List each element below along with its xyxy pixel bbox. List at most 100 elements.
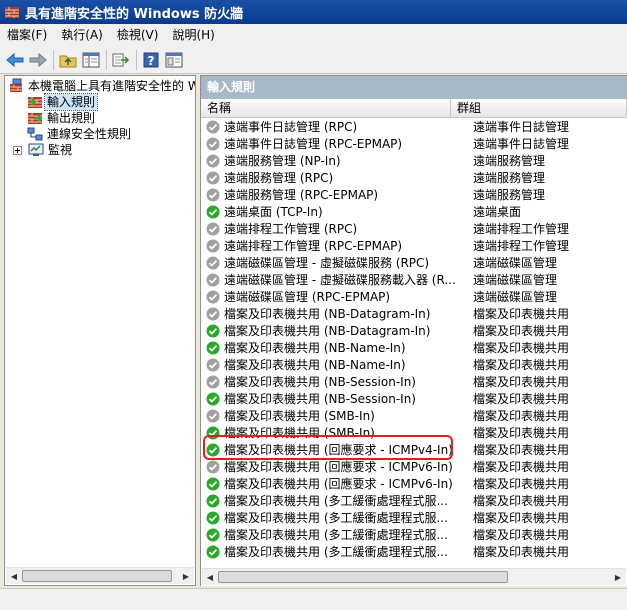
- rule-row[interactable]: 遠端事件日誌管理 (RPC) 遠端事件日誌管理: [201, 118, 627, 135]
- rule-row[interactable]: 遠端排程工作管理 (RPC) 遠端排程工作管理: [201, 220, 627, 237]
- rule-row[interactable]: 遠端磁碟區管理 - 虛擬磁碟服務 (RPC) 遠端磁碟區管理: [201, 254, 627, 271]
- rule-group: 檔案及印表機共用: [473, 392, 570, 406]
- rule-row[interactable]: 遠端服務管理 (RPC) 遠端服務管理: [201, 169, 627, 186]
- rule-row[interactable]: 檔案及印表機共用 (NB-Datagram-In) 檔案及印表機共用: [201, 305, 627, 322]
- disabled-check-icon: [206, 375, 220, 388]
- list-horizontal-scrollbar[interactable]: ◀ ▶: [202, 568, 626, 585]
- enabled-check-icon: [206, 426, 220, 439]
- rule-name: 遠端桌面 (TCP-In): [224, 205, 323, 219]
- enabled-check-icon: [206, 205, 220, 218]
- help-button[interactable]: ?: [140, 49, 162, 71]
- rule-group: 遠端桌面: [473, 205, 522, 219]
- rule-group: 遠端磁碟區管理: [473, 256, 558, 270]
- menu-view[interactable]: 檢視(V): [110, 24, 166, 46]
- forward-button[interactable]: [27, 49, 49, 71]
- properties-button[interactable]: [163, 49, 185, 71]
- tree-item-label: 連線安全性規則: [47, 127, 132, 141]
- toolbar-separator: [136, 49, 137, 70]
- rule-group: 檔案及印表機共用: [473, 545, 570, 559]
- rule-name: 檔案及印表機共用 (回應要求 - ICMPv4-In): [224, 443, 453, 457]
- forward-arrow-icon: [29, 52, 47, 67]
- tree-item-inbound-rules[interactable]: 輸入規則: [27, 93, 99, 111]
- menu-file[interactable]: 檔案(F): [0, 24, 54, 46]
- enabled-check-icon: [206, 511, 220, 524]
- computer-firewall-icon: [10, 78, 22, 92]
- scroll-left-icon[interactable]: ◀: [6, 568, 22, 584]
- rule-group: 檔案及印表機共用: [473, 477, 570, 491]
- rule-name: 遠端排程工作管理 (RPC-EPMAP): [224, 239, 403, 253]
- rule-name: 遠端服務管理 (RPC): [224, 171, 334, 185]
- menu-action[interactable]: 執行(A): [54, 24, 110, 46]
- rule-name: 遠端事件日誌管理 (RPC): [224, 120, 358, 134]
- show-hide-tree-button[interactable]: [80, 49, 102, 71]
- expand-icon[interactable]: [13, 145, 22, 155]
- rule-name: 檔案及印表機共用 (回應要求 - ICMPv6-In): [224, 477, 453, 491]
- rule-row[interactable]: 檔案及印表機共用 (SMB-In) 檔案及印表機共用: [201, 424, 627, 441]
- rule-row[interactable]: 檔案及印表機共用 (SMB-In) 檔案及印表機共用: [201, 407, 627, 424]
- column-group-header[interactable]: 群組: [451, 99, 627, 117]
- rule-row[interactable]: 遠端桌面 (TCP-In) 遠端桌面: [201, 203, 627, 220]
- rule-row[interactable]: 檔案及印表機共用 (多工緩衝處理程式服... 檔案及印表機共用: [201, 526, 627, 543]
- disabled-check-icon: [206, 239, 220, 252]
- rule-row[interactable]: 遠端磁碟區管理 - 虛擬磁碟服務載入器 (R... 遠端磁碟區管理: [201, 271, 627, 288]
- scroll-thumb[interactable]: [22, 570, 172, 582]
- console-tree[interactable]: 本機電腦上具有進階安全性的 W 輸入規則 輸出規則 連線安全性規則 監視 ◀ ▶: [4, 75, 196, 586]
- rule-row[interactable]: 檔案及印表機共用 (NB-Name-In) 檔案及印表機共用: [201, 339, 627, 356]
- rule-row[interactable]: 檔案及印表機共用 (多工緩衝處理程式服... 檔案及印表機共用: [201, 509, 627, 526]
- scroll-right-icon[interactable]: ▶: [178, 568, 194, 584]
- column-name-header[interactable]: 名稱: [201, 99, 451, 117]
- rule-row[interactable]: 檔案及印表機共用 (NB-Datagram-In) 檔案及印表機共用: [201, 322, 627, 339]
- rule-name: 檔案及印表機共用 (NB-Session-In): [224, 392, 416, 406]
- rule-row[interactable]: 檔案及印表機共用 (回應要求 - ICMPv6-In) 檔案及印表機共用: [201, 458, 627, 475]
- disabled-check-icon: [206, 120, 220, 133]
- rule-row[interactable]: 檔案及印表機共用 (多工緩衝處理程式服... 檔案及印表機共用: [201, 543, 627, 560]
- disabled-check-icon: [206, 154, 220, 167]
- rule-row[interactable]: 檔案及印表機共用 (多工緩衝處理程式服... 檔案及印表機共用: [201, 492, 627, 509]
- disabled-check-icon: [206, 256, 220, 269]
- menu-help[interactable]: 說明(H): [165, 24, 221, 46]
- rule-name: 檔案及印表機共用 (多工緩衝處理程式服...: [224, 528, 448, 542]
- rule-group: 遠端排程工作管理: [473, 222, 570, 236]
- scroll-left-icon[interactable]: ◀: [202, 569, 218, 585]
- rule-row[interactable]: 遠端服務管理 (NP-In) 遠端服務管理: [201, 152, 627, 169]
- column-header: 名稱 群組: [201, 99, 627, 118]
- rule-row[interactable]: 檔案及印表機共用 (NB-Name-In) 檔案及印表機共用: [201, 356, 627, 373]
- rule-name: 檔案及印表機共用 (NB-Name-In): [224, 341, 406, 355]
- rule-name: 檔案及印表機共用 (SMB-In): [224, 426, 375, 440]
- rule-row[interactable]: 遠端服務管理 (RPC-EPMAP) 遠端服務管理: [201, 186, 627, 203]
- enabled-check-icon: [206, 545, 220, 558]
- up-button[interactable]: [57, 49, 79, 71]
- rule-row[interactable]: 檔案及印表機共用 (NB-Session-In) 檔案及印表機共用: [201, 373, 627, 390]
- tree-item-monitoring[interactable]: 監視: [13, 142, 74, 158]
- rules-list[interactable]: 遠端事件日誌管理 (RPC) 遠端事件日誌管理 遠端事件日誌管理 (RPC-EPMA…: [201, 118, 627, 560]
- scroll-right-icon[interactable]: ▶: [610, 569, 626, 585]
- rule-row[interactable]: 檔案及印表機共用 (回應要求 - ICMPv4-In) 檔案及印表機共用: [201, 441, 627, 458]
- rule-row[interactable]: 檔案及印表機共用 (NB-Session-In) 檔案及印表機共用: [201, 390, 627, 407]
- rule-row[interactable]: 檔案及印表機共用 (回應要求 - ICMPv6-In) 檔案及印表機共用: [201, 475, 627, 492]
- rule-group: 檔案及印表機共用: [473, 528, 570, 542]
- rule-group: 檔案及印表機共用: [473, 409, 570, 423]
- rule-row[interactable]: 遠端排程工作管理 (RPC-EPMAP) 遠端排程工作管理: [201, 237, 627, 254]
- monitoring-icon: [28, 143, 44, 156]
- enabled-check-icon: [206, 528, 220, 541]
- disabled-check-icon: [206, 460, 220, 473]
- back-arrow-icon: [6, 52, 24, 67]
- firewall-icon: [5, 7, 19, 18]
- rules-pane: 輸入規則 名稱 群組 遠端事件日誌管理 (RPC) 遠端事件日誌管理 遠端事件日誌管…: [200, 75, 627, 586]
- back-button[interactable]: [4, 49, 26, 71]
- rule-group: 檔案及印表機共用: [473, 358, 570, 372]
- tree-root[interactable]: 本機電腦上具有進階安全性的 W: [8, 78, 195, 94]
- toolbar-separator: [106, 49, 107, 70]
- scroll-thumb[interactable]: [218, 571, 508, 583]
- rule-name: 檔案及印表機共用 (多工緩衝處理程式服...: [224, 545, 448, 559]
- rule-group: 檔案及印表機共用: [473, 324, 570, 338]
- tree-item-outbound-rules[interactable]: 輸出規則: [27, 110, 97, 126]
- tree-horizontal-scrollbar[interactable]: ◀ ▶: [6, 567, 194, 584]
- rule-row[interactable]: 遠端磁碟區管理 (RPC-EPMAP) 遠端磁碟區管理: [201, 288, 627, 305]
- rule-name: 檔案及印表機共用 (多工緩衝處理程式服...: [224, 511, 448, 525]
- export-list-button[interactable]: [110, 49, 132, 71]
- tree-item-connection-security-rules[interactable]: 連線安全性規則: [27, 126, 133, 142]
- rule-group: 檔案及印表機共用: [473, 460, 570, 474]
- outbound-rules-icon: [28, 113, 43, 124]
- rule-row[interactable]: 遠端事件日誌管理 (RPC-EPMAP) 遠端事件日誌管理: [201, 135, 627, 152]
